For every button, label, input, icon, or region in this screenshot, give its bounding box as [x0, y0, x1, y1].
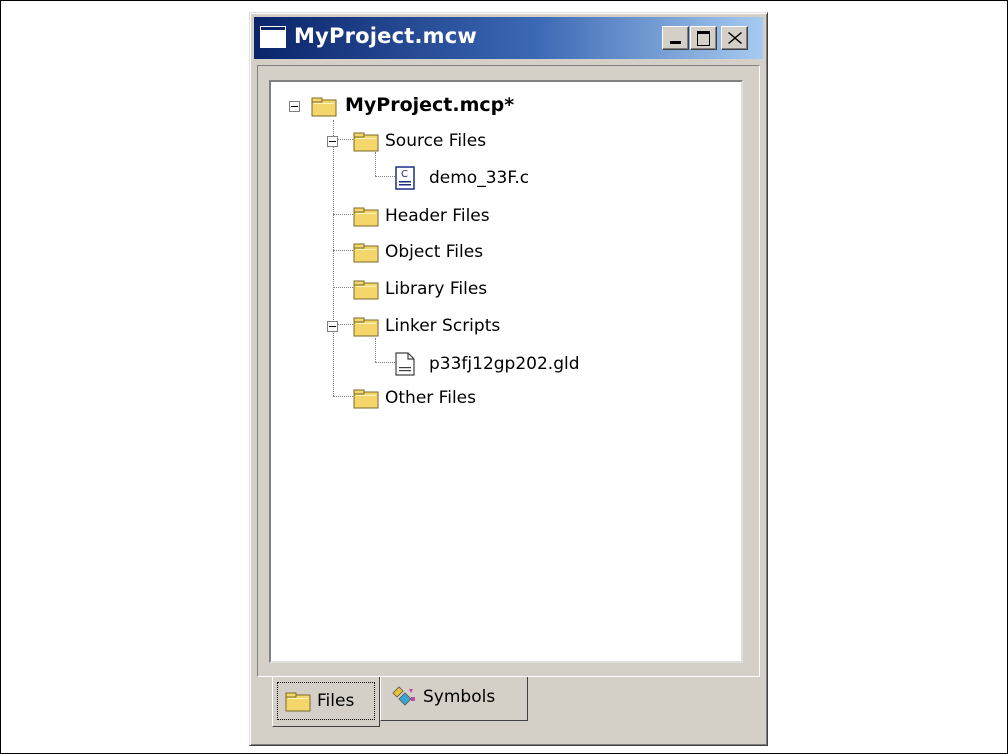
tree-node-label: Header Files [385, 206, 490, 226]
tab-symbols[interactable]: Symbols [380, 677, 528, 721]
tree-node-header-files[interactable]: Header Files [271, 202, 671, 232]
folder-icon [353, 280, 379, 300]
folder-icon [353, 132, 379, 152]
tree-node-library-files[interactable]: Library Files [271, 275, 671, 305]
tree-node-label: Object Files [385, 242, 484, 262]
document-file-icon [395, 352, 415, 376]
tree-node-source-files[interactable]: Source Files [271, 127, 671, 157]
tree-node-root[interactable]: MyProject.mcp* [271, 92, 671, 122]
collapse-toggle[interactable] [327, 321, 338, 332]
project-window: MyProject.mcw MyProject.mcp* Source File… [249, 12, 768, 746]
tree-node-label: p33fj12gp202.gld [429, 354, 580, 374]
folder-icon [353, 243, 379, 263]
files-panel: MyProject.mcp* Source Files C demo_33F.c [257, 65, 760, 677]
tree-node-label: Other Files [385, 388, 476, 408]
tree-node-label: Library Files [385, 279, 488, 299]
c-source-file-icon: C [395, 166, 415, 190]
folder-icon [353, 207, 379, 227]
collapse-toggle[interactable] [327, 136, 338, 147]
maximize-button[interactable] [690, 26, 717, 50]
svg-text:C: C [401, 169, 408, 180]
tree-node-label: Linker Scripts [385, 316, 501, 336]
tab-label: Files [317, 691, 355, 711]
title-bar[interactable]: MyProject.mcw [254, 17, 763, 59]
close-icon [728, 32, 742, 44]
tree-node-linker-scripts[interactable]: Linker Scripts [271, 312, 671, 342]
collapse-toggle[interactable] [289, 101, 300, 112]
tree-node-label: MyProject.mcp* [345, 94, 515, 116]
tree-node-demo-file[interactable]: C demo_33F.c [271, 164, 671, 194]
project-tree[interactable]: MyProject.mcp* Source Files C demo_33F.c [269, 80, 743, 663]
folder-icon [353, 389, 379, 409]
tree-node-label: demo_33F.c [429, 168, 530, 188]
minimize-button[interactable] [662, 26, 689, 50]
tree-node-label: Source Files [385, 131, 487, 151]
folder-icon [353, 317, 379, 337]
tree-node-gld-file[interactable]: p33fj12gp202.gld [271, 350, 671, 380]
tab-files[interactable]: Files [272, 677, 380, 727]
symbols-icon [392, 686, 415, 706]
folder-icon [285, 692, 311, 712]
window-title: MyProject.mcw [294, 24, 477, 48]
tree-node-other-files[interactable]: Other Files [271, 384, 671, 414]
tree-node-object-files[interactable]: Object Files [271, 238, 671, 268]
close-button[interactable] [721, 26, 748, 50]
panel-tabs: Files Symbols [272, 677, 572, 733]
tab-label: Symbols [423, 687, 496, 707]
window-icon [260, 26, 286, 48]
folder-icon [311, 97, 337, 117]
